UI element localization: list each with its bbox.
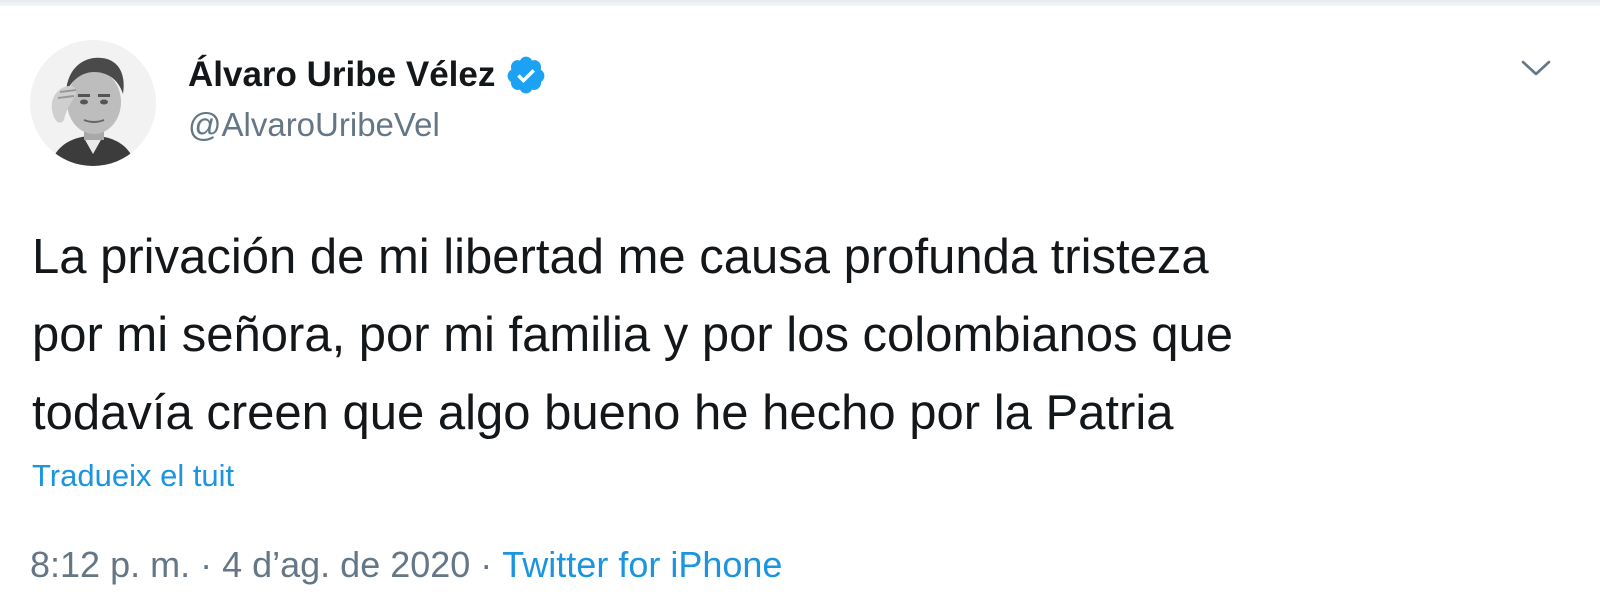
tweet-metadata: 8:12 p. m. · 4 d’ag. de 2020 · Twitter f… <box>30 544 782 586</box>
tweet-card: Álvaro Uribe Vélez @AlvaroUribeVel La pr… <box>0 6 1600 602</box>
translate-tweet-link[interactable]: Tradueix el tuit <box>32 458 234 494</box>
tweet-menu-button[interactable] <box>1512 50 1560 90</box>
tweet-text-line: por mi señora, por mi familia y por los … <box>32 308 1234 362</box>
tweet-source-link[interactable]: Twitter for iPhone <box>502 544 782 586</box>
tweet-text-line: La privación de mi libertad me causa pro… <box>32 230 1209 284</box>
tweet-text-line: todavía creen que algo bueno he hecho po… <box>32 386 1174 440</box>
author-display-name[interactable]: Álvaro Uribe Vélez <box>188 55 495 95</box>
author-handle[interactable]: @AlvaroUribeVel <box>188 106 440 144</box>
metadata-separator: · <box>480 544 493 585</box>
author-name-row[interactable]: Álvaro Uribe Vélez <box>188 54 547 96</box>
avatar-photo <box>30 40 156 166</box>
chevron-down-icon <box>1521 59 1551 82</box>
verified-badge-icon <box>505 54 547 96</box>
tweet-text: La privación de mi libertad me causa pro… <box>32 218 1572 452</box>
avatar[interactable] <box>30 40 156 166</box>
tweet-timestamp[interactable]: 8:12 p. m. · 4 d’ag. de 2020 <box>30 544 470 586</box>
